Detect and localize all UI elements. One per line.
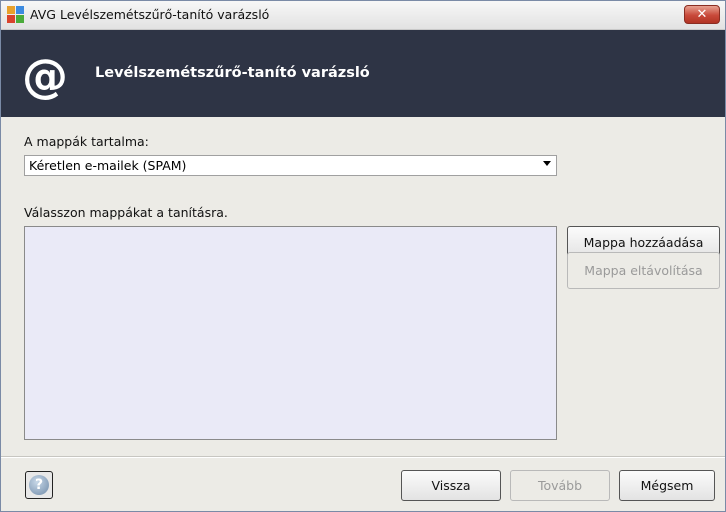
close-button[interactable]: ✕	[684, 5, 720, 24]
close-icon: ✕	[696, 7, 708, 22]
cancel-button[interactable]: Mégsem	[619, 470, 715, 501]
folder-contents-value: Kéretlen e-mailek (SPAM)	[29, 158, 187, 173]
wizard-window: AVG Levélszemétszűrő-tanító varázsló ✕ @…	[0, 0, 726, 512]
window-title: AVG Levélszemétszűrő-tanító varázsló	[30, 7, 270, 22]
title-bar[interactable]: AVG Levélszemétszűrő-tanító varázsló ✕	[1, 1, 725, 30]
folder-contents-select[interactable]: Kéretlen e-mailek (SPAM)	[24, 155, 557, 176]
footer-divider	[1, 456, 725, 458]
help-button[interactable]: ?	[25, 471, 53, 499]
avg-logo-icon	[7, 6, 24, 23]
remove-folder-button[interactable]: Mappa eltávolítása	[567, 252, 720, 289]
back-button[interactable]: Vissza	[401, 470, 501, 501]
folder-contents-label: A mappák tartalma:	[24, 134, 149, 149]
help-icon: ?	[29, 475, 49, 495]
next-button[interactable]: Tovább	[510, 470, 610, 501]
chevron-down-icon[interactable]	[543, 161, 551, 166]
select-folders-label: Válasszon mappákat a tanításra.	[24, 205, 228, 220]
at-sign-icon: @	[22, 49, 68, 103]
folder-list[interactable]	[24, 226, 557, 440]
banner-title: Levélszemétszűrő-tanító varázsló	[95, 65, 370, 81]
header-banner: @ Levélszemétszűrő-tanító varázsló	[1, 30, 725, 117]
